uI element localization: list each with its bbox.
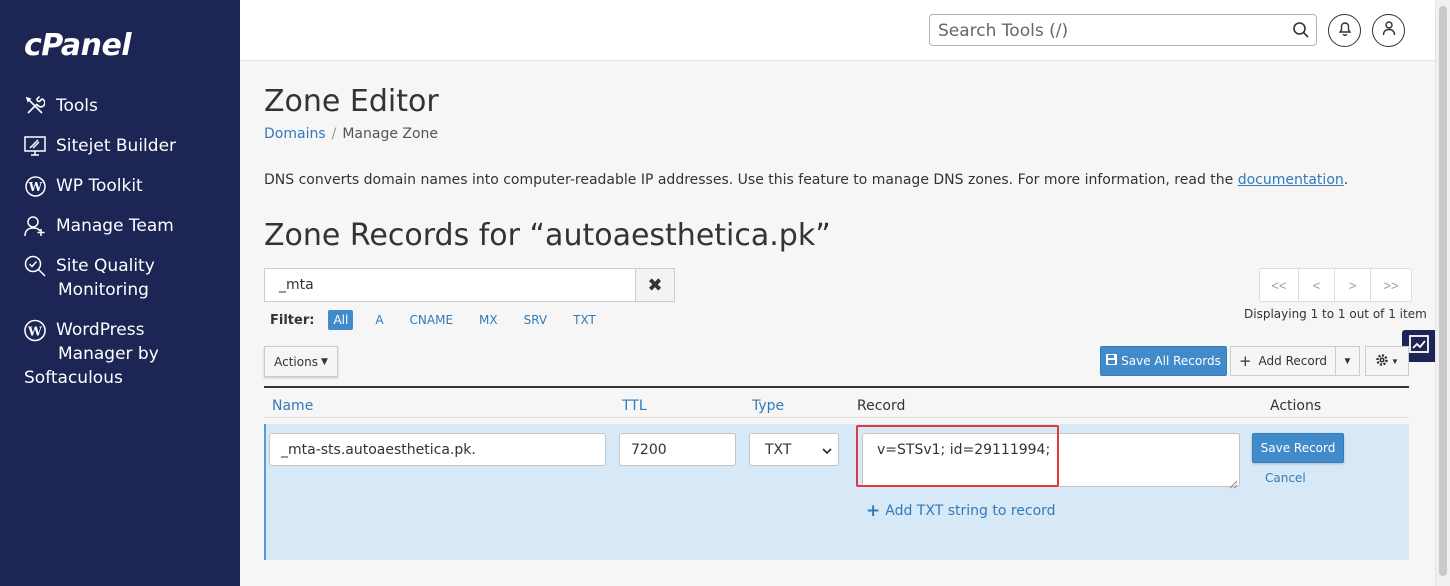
actions-label: Actions — [274, 354, 318, 369]
save-all-records-button[interactable]: Save All Records — [1100, 346, 1227, 376]
column-type-header[interactable]: Type — [752, 398, 784, 414]
user-menu-button[interactable] — [1372, 14, 1405, 47]
plus-icon: + — [866, 501, 881, 521]
record-type-select[interactable]: TXT — [749, 433, 839, 466]
close-icon: ✖ — [647, 274, 663, 295]
pagination: << < > >> — [1259, 268, 1412, 302]
filter-mx[interactable]: MX — [475, 310, 502, 330]
clear-search-button[interactable]: ✖ — [635, 268, 675, 302]
caret-down-icon: ▼ — [1342, 355, 1353, 367]
filter-cname[interactable]: CNAME — [406, 310, 458, 330]
record-name-input[interactable]: _mta-sts.autoaesthetica.pk. — [269, 433, 606, 466]
cancel-link[interactable]: Cancel — [1265, 471, 1306, 485]
caret-down-icon: ▼ — [320, 356, 328, 367]
add-record-dropdown-toggle[interactable]: ▼ — [1335, 346, 1360, 376]
page-description: DNS converts domain names into computer-… — [264, 172, 1348, 188]
user-icon — [1381, 20, 1397, 41]
settings-dropdown-button[interactable]: ▼ — [1365, 346, 1409, 376]
add-txt-string-link[interactable]: + Add TXT string to record — [866, 501, 1056, 521]
last-page-button[interactable]: >> — [1370, 268, 1412, 302]
search-tools-input[interactable]: Search Tools (/) — [929, 14, 1317, 46]
save-all-label: Save All Records — [1121, 354, 1221, 368]
gear-icon — [1375, 353, 1389, 370]
sidebar-item-label: Manage Team — [56, 216, 174, 236]
sidebar-item-manage-team[interactable]: Manage Team — [24, 214, 234, 238]
filter-a[interactable]: A — [371, 310, 387, 330]
add-txt-label: Add TXT string to record — [885, 503, 1056, 519]
records-table-header: Name TTL Type Record Actions — [264, 386, 1409, 418]
sidebar-item-label: Site Quality — [56, 256, 155, 276]
page-scrollbar[interactable] — [1435, 0, 1450, 586]
sidebar-item-site-quality[interactable]: Site Quality Monitoring — [24, 254, 234, 302]
scrollbar-thumb[interactable] — [1439, 6, 1447, 576]
sidebar-item-tools[interactable]: Tools — [24, 94, 234, 118]
add-record-label: Add Record — [1258, 354, 1328, 368]
highlight-box — [856, 425, 1059, 487]
column-actions-header: Actions — [1270, 398, 1322, 414]
paging-status: Displaying 1 to 1 out of 1 item — [1244, 307, 1427, 321]
first-page-button[interactable]: << — [1259, 268, 1299, 302]
bell-icon — [1337, 20, 1353, 41]
column-name-header[interactable]: Name — [272, 398, 313, 414]
column-record-header: Record — [857, 398, 906, 414]
filter-all[interactable]: All — [328, 310, 354, 330]
breadcrumb: Domains / Manage Zone — [264, 126, 438, 142]
sidebar-item-wp-toolkit[interactable]: W WP Toolkit — [24, 174, 234, 198]
filter-srv[interactable]: SRV — [520, 310, 552, 330]
record-type-value: TXT — [765, 442, 792, 458]
sidebar-item-label: WordPress — [56, 320, 145, 340]
search-icon[interactable] — [1292, 21, 1310, 39]
wordpress-icon: W — [24, 318, 46, 342]
resize-handle-icon[interactable] — [1229, 476, 1238, 489]
chart-icon — [1408, 334, 1429, 358]
plus-icon: + — [1238, 352, 1252, 370]
sidebar-item-wordpress-manager[interactable]: W WordPress Manager by Softaculous — [24, 318, 234, 390]
filter-label: Filter: — [270, 312, 315, 328]
record-ttl-input[interactable]: 7200 — [619, 433, 736, 466]
sidebar-item-label-cont: Softaculous — [24, 368, 123, 388]
records-search-input[interactable]: _mta — [264, 268, 636, 302]
tools-icon — [24, 94, 46, 118]
sidebar-item-sitejet[interactable]: Sitejet Builder — [24, 134, 234, 158]
svg-text:W: W — [27, 323, 43, 338]
prev-page-button[interactable]: < — [1298, 268, 1335, 302]
svg-text:W: W — [27, 180, 42, 194]
breadcrumb-separator: / — [331, 126, 337, 142]
description-text: DNS converts domain names into computer-… — [264, 172, 1238, 188]
save-icon — [1106, 354, 1118, 368]
documentation-link[interactable]: documentation — [1238, 172, 1344, 188]
next-page-button[interactable]: > — [1334, 268, 1371, 302]
sitejet-icon — [24, 134, 46, 158]
sidebar-item-label: Sitejet Builder — [56, 136, 177, 156]
sidebar-item-label: WP Toolkit — [56, 176, 143, 196]
filter-txt[interactable]: TXT — [569, 310, 600, 330]
sidebar-item-label-cont: Manager by — [58, 344, 159, 364]
page-title: Zone Editor — [264, 84, 439, 119]
actions-dropdown-button[interactable]: Actions ▼ — [264, 346, 338, 377]
top-bar: Search Tools (/) — [240, 0, 1435, 61]
sidebar: cPanel Tools Sitejet Builder W WP Toolki… — [0, 0, 240, 586]
filter-row: Filter: All A CNAME MX SRV TXT — [270, 310, 618, 330]
team-icon — [24, 214, 46, 238]
sidebar-nav: Tools Sitejet Builder W WP Toolkit Manag… — [24, 94, 234, 406]
wordpress-icon: W — [24, 174, 46, 198]
caret-down-icon: ▼ — [1391, 356, 1399, 366]
save-record-button[interactable]: Save Record — [1252, 433, 1344, 463]
site-quality-icon — [24, 254, 46, 278]
breadcrumb-domains-link[interactable]: Domains — [264, 126, 326, 142]
sidebar-item-label: Tools — [56, 96, 98, 116]
chevron-down-icon — [822, 444, 832, 455]
add-record-button[interactable]: + Add Record — [1230, 346, 1336, 376]
breadcrumb-current: Manage Zone — [342, 126, 439, 142]
cpanel-logo[interactable]: cPanel — [24, 28, 132, 63]
description-end: . — [1343, 172, 1349, 188]
column-ttl-header[interactable]: TTL — [622, 398, 647, 414]
sidebar-item-label-cont: Monitoring — [58, 280, 149, 300]
zone-records-title: Zone Records for “autoaesthetica.pk” — [264, 218, 831, 253]
notifications-button[interactable] — [1328, 14, 1361, 47]
